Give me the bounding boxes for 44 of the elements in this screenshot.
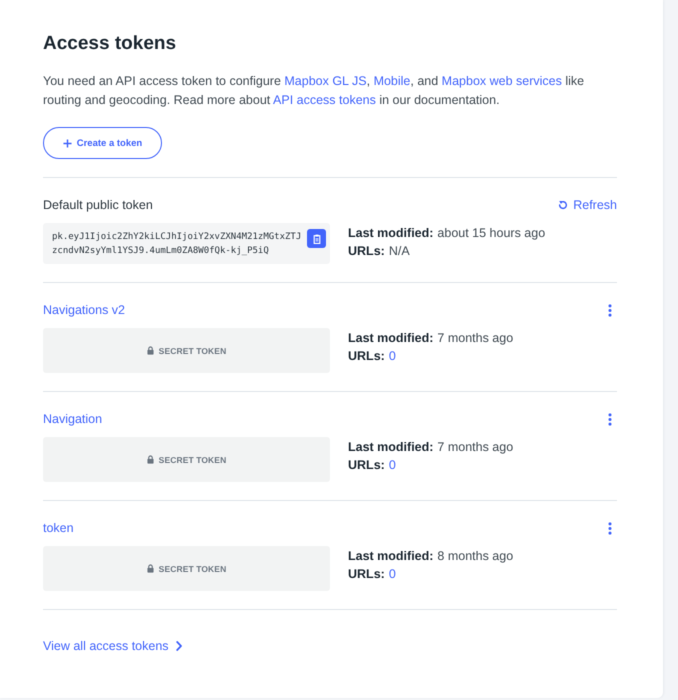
- secret-token-label: SECRET TOKEN: [158, 564, 226, 574]
- modified-label: Last modified:: [348, 548, 434, 565]
- urls-link[interactable]: 0: [388, 347, 396, 365]
- token-text: pk.eyJ1Ijoic2ZhY2kiLCJhIjoiY2xvZXN4M21zMGtxZTJzcndvN2syYml1YSJ9.4umLm0ZA8W0fQk-kj_P5iQ: [52, 231, 302, 258]
- token-name-link[interactable]: Navigation: [43, 410, 102, 428]
- view-all-link[interactable]: View all access tokens: [43, 637, 182, 655]
- urls-label: URLs:: [348, 243, 385, 260]
- lock-icon: [146, 455, 154, 464]
- modified-value: 7 months ago: [437, 439, 514, 456]
- lock-icon: [146, 564, 154, 573]
- modified-label: Last modified:: [348, 330, 434, 347]
- urls-label: URLs:: [348, 566, 385, 583]
- urls-link[interactable]: 0: [388, 565, 396, 583]
- modified-value: about 15 hours ago: [437, 225, 546, 242]
- doc-link[interactable]: Mapbox web services: [442, 74, 562, 88]
- token-name-link[interactable]: Navigations v2: [43, 301, 125, 319]
- urls-label: URLs:: [348, 457, 385, 474]
- doc-link[interactable]: Mobile: [374, 74, 410, 88]
- more-options-icon[interactable]: [608, 412, 612, 426]
- default-token-label: Default public token: [43, 197, 153, 214]
- modified-label: Last modified:: [348, 439, 434, 456]
- refresh-button[interactable]: Refresh: [558, 196, 617, 214]
- clipboard-icon: [312, 234, 320, 244]
- secret-token-label: SECRET TOKEN: [158, 346, 226, 356]
- lock-icon: [146, 346, 154, 355]
- modified-value: 8 months ago: [437, 548, 514, 565]
- urls-value: N/A: [388, 243, 410, 260]
- doc-link[interactable]: Mapbox GL JS: [284, 74, 367, 88]
- modified-label: Last modified:: [348, 225, 434, 242]
- refresh-icon: [558, 200, 568, 210]
- secret-token-label: SECRET TOKEN: [158, 454, 226, 464]
- urls-label: URLs:: [348, 348, 385, 365]
- more-options-icon[interactable]: [608, 522, 612, 534]
- page-title: Access tokens: [43, 32, 176, 56]
- token-name-link[interactable]: token: [43, 519, 74, 537]
- copy-button[interactable]: [307, 229, 326, 248]
- doc-link[interactable]: API access tokens: [273, 93, 376, 107]
- intro-text: You need an API access token to configure Mapbox GL JS, Mobile, and Mapbox web services like routing and geocoding. Read more about API access tokens in our documentation.: [43, 73, 586, 109]
- create-token-button[interactable]: Create a token: [43, 127, 162, 159]
- modified-value: 7 months ago: [437, 330, 514, 347]
- plus-icon: [62, 138, 72, 148]
- more-options-icon[interactable]: [608, 304, 612, 316]
- urls-link[interactable]: 0: [388, 456, 396, 474]
- chevron-right-icon: [176, 641, 182, 651]
